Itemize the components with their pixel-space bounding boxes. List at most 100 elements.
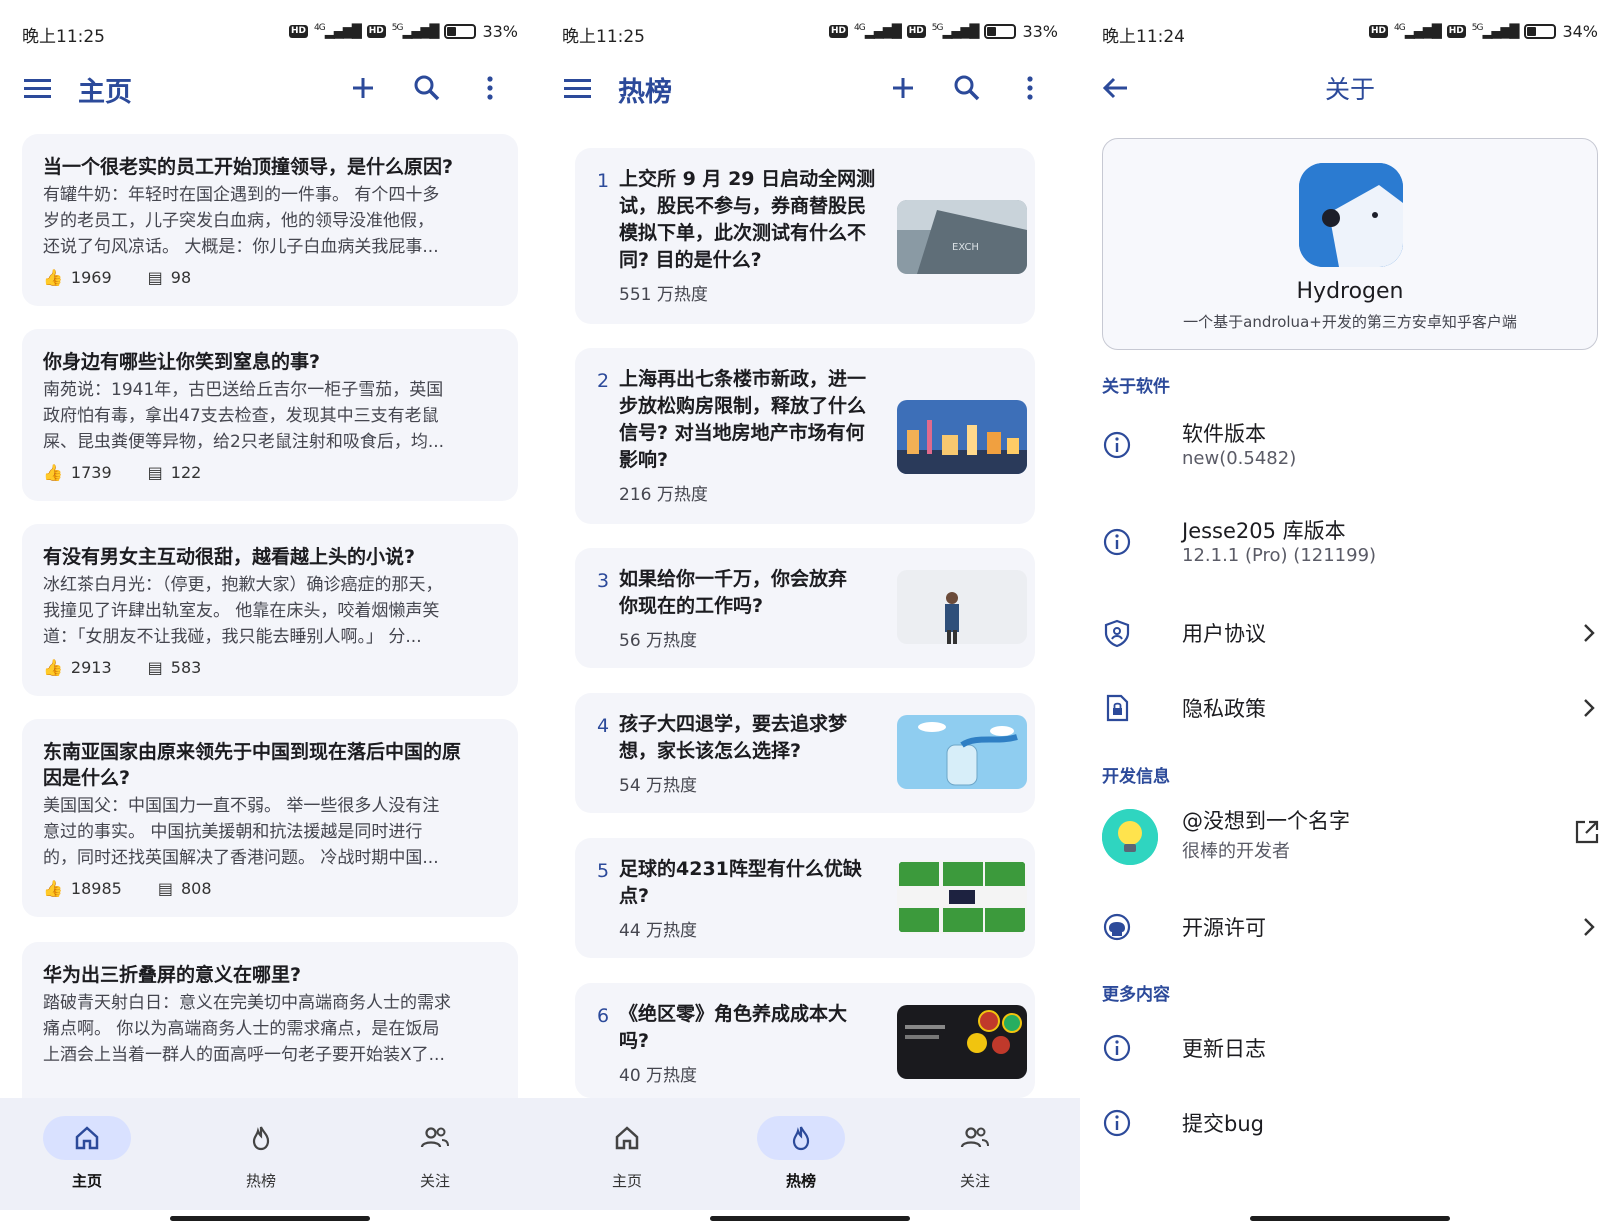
card-answer: 南苑说：1941年，古巴送给丘吉尔一柜子雪茄，英国 政府怕有毒，拿出47支去检查，… xyxy=(43,380,445,452)
hot-list-item[interactable]: 3 如果给你一千万，你会放弃 你现在的工作吗? 56 万热度 xyxy=(575,548,1035,668)
thumb-up-icon[interactable]: 👍 xyxy=(43,463,63,482)
nav-label: 主页 xyxy=(611,1172,642,1190)
hot-rank: 1 xyxy=(597,170,610,192)
hot-rank: 2 xyxy=(597,370,610,392)
feed-card[interactable]: 有没有男女主互动很甜，越看越上头的小说? 冰红茶白月光：（停更，抱歉大家）确诊癌… xyxy=(22,524,518,696)
comment-icon[interactable]: ▤ xyxy=(158,879,173,898)
user-agreement-row[interactable]: 用户协议 xyxy=(1080,612,1620,658)
hot-title: 如果给你一千万，你会放弃 你现在的工作吗? xyxy=(619,568,848,617)
hot-list-item[interactable]: 5 足球的4231阵型有什么优缺 点? 44 万热度 xyxy=(575,838,1035,958)
app-description: 一个基于androlua+开发的第三方安卓知乎客户端 xyxy=(1183,313,1517,331)
add-icon[interactable] xyxy=(887,72,919,104)
hot-heat: 551 万热度 xyxy=(619,285,708,305)
card-answer: 有罐牛奶：年轻时在国企遇到的一件事。 有个四十多 岁的老员工，儿子突发白血病，他的… xyxy=(43,185,440,257)
row-title: 软件版本 xyxy=(1182,422,1266,446)
card-question: 当一个很老实的员工开始顶撞领导，是什么原因? xyxy=(43,156,454,178)
feed-card[interactable]: 当一个很老实的员工开始顶撞领导，是什么原因? 有罐牛奶：年轻时在国企遇到的一件事… xyxy=(22,134,518,306)
version-row[interactable]: 软件版本 new(0.5482) xyxy=(1080,418,1620,482)
hot-thumbnail xyxy=(897,570,1027,644)
battery-percent: 33% xyxy=(1022,22,1058,41)
info-icon xyxy=(1103,528,1131,556)
more-vert-icon[interactable] xyxy=(474,72,506,104)
people-icon xyxy=(420,1127,449,1148)
hot-title: 上交所 9 月 29 日启动全网测 试，股民不参与，券商替股民 模拟下单，此次测试有… xyxy=(619,168,876,271)
hot-list-item[interactable]: 4 孩子大四退学，要去追求梦 想，家长该怎么选择? 54 万热度 xyxy=(575,693,1035,813)
hot-rank: 4 xyxy=(597,715,610,737)
hd-icon: HD xyxy=(906,25,926,38)
fire-icon xyxy=(252,1126,270,1151)
more-vert-icon[interactable] xyxy=(1014,72,1046,104)
shield-user-icon xyxy=(1104,619,1130,648)
status-bar: 晚上11:25 HD 4G▂▄▆█ HD 5G▂▄▆█ 33% xyxy=(0,18,540,50)
feed-card[interactable]: 你身边有哪些让你笑到窒息的事? 南苑说：1941年，古巴送给丘吉尔一柜子雪茄，英… xyxy=(22,329,518,501)
open-source-license-row[interactable]: 开源许可 xyxy=(1080,906,1620,952)
hot-title: 足球的4231阵型有什么优缺 点? xyxy=(619,858,862,907)
hot-thumbnail xyxy=(897,715,1027,789)
gesture-bar xyxy=(170,1216,370,1221)
nav-follow[interactable]: 关注 xyxy=(375,1116,495,1191)
hd-icon: HD xyxy=(1446,25,1466,38)
comment-icon[interactable]: ▤ xyxy=(148,268,163,287)
github-icon xyxy=(1103,913,1131,941)
row-subtitle: 很棒的开发者 xyxy=(1182,841,1290,862)
status-time: 晚上11:25 xyxy=(22,27,105,47)
thumb-up-icon[interactable]: 👍 xyxy=(43,879,63,898)
battery-icon xyxy=(444,24,477,39)
info-icon xyxy=(1103,1109,1131,1137)
status-icons: HD 4G▂▄▆█ HD 5G▂▄▆█ 33% xyxy=(289,22,518,41)
card-meta: 👍 18985 ▤ 808 xyxy=(43,879,498,898)
thumb-up-icon[interactable]: 👍 xyxy=(43,658,63,677)
card-meta: 👍 1969 ▤ 98 xyxy=(43,268,498,287)
nav-home[interactable]: 主页 xyxy=(567,1116,687,1191)
like-count: 1739 xyxy=(70,463,112,482)
comment-count: 808 xyxy=(180,879,212,898)
comment-count: 583 xyxy=(170,658,202,677)
fire-icon xyxy=(792,1126,810,1151)
people-icon xyxy=(960,1127,989,1148)
comment-icon[interactable]: ▤ xyxy=(148,463,163,482)
row-title: @没想到一个名字 xyxy=(1182,809,1350,833)
feed-card[interactable]: 华为出三折叠屏的意义在哪里? 踏破青天射白日：意义在完美切中高端商务人士的需求痛… xyxy=(22,942,518,1114)
search-icon[interactable] xyxy=(411,72,443,104)
app-bar: 主页 xyxy=(0,62,540,114)
feed-card[interactable]: 东南亚国家由原来领先于中国到现在落后中国的原 因是什么? 美国国父：中国国力一直不… xyxy=(22,719,518,917)
changelog-row[interactable]: 更新日志 xyxy=(1080,1027,1620,1073)
add-icon[interactable] xyxy=(347,72,379,104)
submit-bug-row[interactable]: 提交bug xyxy=(1080,1102,1620,1148)
nav-follow[interactable]: 关注 xyxy=(915,1116,1035,1191)
chevron-right-icon xyxy=(1584,918,1595,936)
library-version-row[interactable]: Jesse205 库版本 12.1.1 (Pro) (121199) xyxy=(1080,515,1620,579)
row-subtitle: 12.1.1 (Pro) (121199) xyxy=(1182,545,1377,566)
battery-percent: 33% xyxy=(482,22,518,41)
avatar xyxy=(1102,809,1158,865)
signal-icon: 4G▂▄▆█ xyxy=(314,23,362,40)
hot-list-item[interactable]: 1 上交所 9 月 29 日启动全网测 试，股民不参与，券商替股民 模拟下单，此次测… xyxy=(575,148,1035,324)
search-icon[interactable] xyxy=(951,72,983,104)
chevron-right-icon xyxy=(1584,624,1595,642)
about-screen: 晚上11:24 HD 4G▂▄▆█ HD 5G▂▄▆█ 34% 关于 Hydro… xyxy=(1080,0,1620,1230)
hot-list-item[interactable]: 2 上海再出七条楼市新政，进一 步放松购房限制，释放了什么 信号? 对当地房地产市场… xyxy=(575,348,1035,524)
row-title: 提交bug xyxy=(1182,1112,1264,1136)
thumb-up-icon[interactable]: 👍 xyxy=(43,268,63,287)
privacy-policy-row[interactable]: 隐私政策 xyxy=(1080,687,1620,733)
developer-row[interactable]: @没想到一个名字 很棒的开发者 xyxy=(1080,805,1620,869)
hot-title: 孩子大四退学，要去追求梦 想，家长该怎么选择? xyxy=(619,713,848,762)
page-title: 关于 xyxy=(1324,75,1375,104)
home-icon xyxy=(75,1126,99,1150)
app-info-card: Hydrogen 一个基于androlua+开发的第三方安卓知乎客户端 xyxy=(1102,138,1598,350)
menu-icon[interactable] xyxy=(22,74,54,102)
comment-icon[interactable]: ▤ xyxy=(148,658,163,677)
hot-list-item[interactable]: 6 《绝区零》角色养成成本大 吗? 40 万热度 xyxy=(575,983,1035,1098)
nav-home[interactable]: 主页 xyxy=(27,1116,147,1191)
row-subtitle: new(0.5482) xyxy=(1182,448,1297,469)
info-icon xyxy=(1103,1034,1131,1062)
menu-icon[interactable] xyxy=(562,74,594,102)
chevron-right-icon xyxy=(1584,699,1595,717)
row-title: 用户协议 xyxy=(1182,622,1266,646)
card-answer: 美国国父：中国国力一直不弱。 举一些很多人没有注 意过的事实。 中国抗美援朝和抗法… xyxy=(43,796,440,868)
status-time: 晚上11:25 xyxy=(562,27,645,47)
nav-hot[interactable]: 热榜 xyxy=(201,1116,321,1191)
hd-icon: HD xyxy=(829,25,849,38)
nav-hot[interactable]: 热榜 xyxy=(741,1116,861,1191)
hot-thumbnail xyxy=(897,860,1027,934)
